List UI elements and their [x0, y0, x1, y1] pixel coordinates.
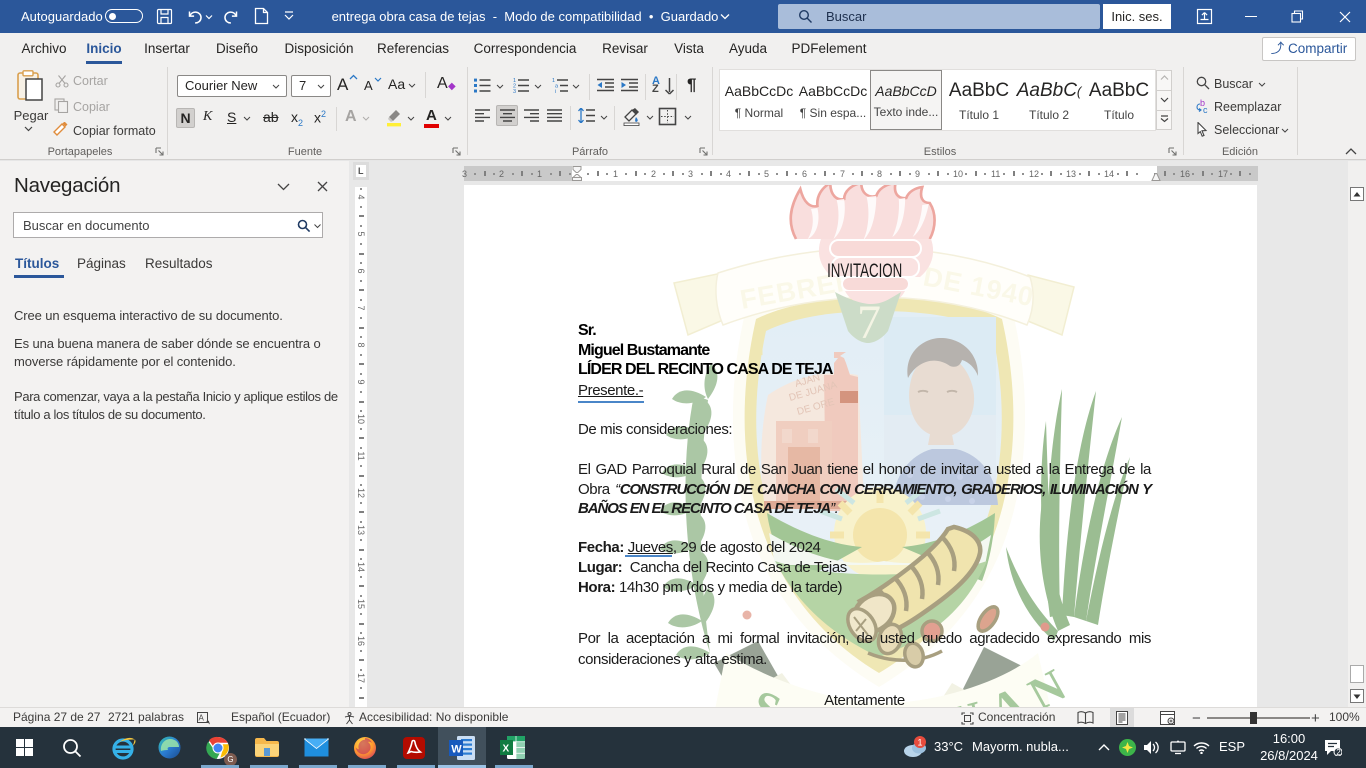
svg-text:i: i [555, 89, 556, 94]
svg-text:2: 2 [1336, 748, 1341, 756]
svg-text:3: 3 [513, 89, 516, 94]
svg-text:A: A [199, 714, 205, 723]
svg-text:W: W [451, 743, 462, 755]
svg-text:1: 1 [918, 738, 923, 748]
svg-text:c: c [1203, 105, 1208, 114]
svg-text:X: X [502, 744, 509, 755]
